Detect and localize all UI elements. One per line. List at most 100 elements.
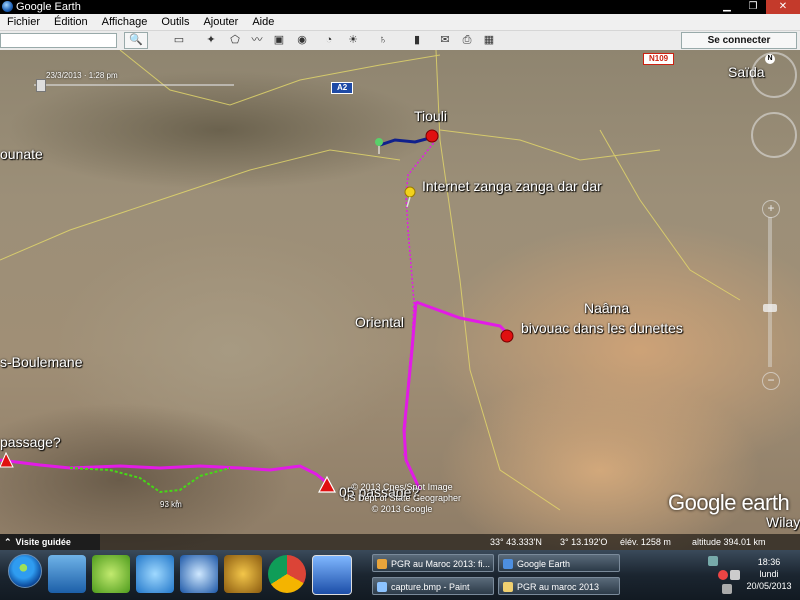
clock-day: lundi	[759, 569, 779, 579]
show-desktop-icon[interactable]	[48, 555, 86, 593]
google-earth-logo: Google earth	[668, 490, 790, 515]
clock-date: 20/05/2013	[746, 581, 792, 591]
tour-guide-label: Visite guidée	[15, 537, 71, 547]
route-west	[0, 458, 327, 484]
time-slider-knob[interactable]	[36, 79, 46, 92]
menu-edit[interactable]: Édition	[47, 14, 95, 30]
paint-icon[interactable]	[312, 555, 352, 595]
menu-tools[interactable]: Outils	[154, 14, 196, 30]
chevron-up-icon: ⌃	[4, 537, 12, 547]
label-bivouac: bivouac dans les dunettes	[521, 320, 683, 336]
close-button[interactable]: ✕	[766, 0, 800, 14]
start-button[interactable]	[8, 554, 42, 588]
print-icon[interactable]: ⎙	[459, 33, 475, 47]
tour-record-icon[interactable]: ◉	[294, 33, 310, 47]
menu-add[interactable]: Ajouter	[196, 14, 245, 30]
label-bounate: ounate	[0, 146, 43, 162]
sign-in-button[interactable]: Se connecter	[681, 32, 797, 49]
status-latitude: 33° 43.333'N	[490, 537, 542, 547]
minimize-button[interactable]: ▁	[714, 0, 740, 14]
label-internet: Internet zanga zanga dar dar	[422, 178, 602, 194]
google-earth-task-icon[interactable]	[180, 555, 218, 593]
planets-icon[interactable]: ♄	[375, 33, 391, 47]
google-earth-small-icon	[503, 559, 513, 569]
route-start	[379, 136, 431, 147]
network-icon[interactable]	[730, 570, 740, 580]
placemark-icon[interactable]: ✦	[203, 33, 219, 47]
map-view[interactable]: 23/3/2013 · 1:28 pm A2 N109 Tiouli Inter…	[0, 50, 800, 550]
title-bar: Google Earth ▁ ❐ ✕	[0, 0, 800, 14]
window-title: Google Earth	[16, 1, 81, 13]
move-joystick[interactable]	[751, 112, 797, 158]
tray-icon[interactable]	[708, 556, 718, 566]
label-oriental: Oriental	[355, 314, 405, 330]
zoom-out-icon[interactable]: −	[762, 372, 780, 390]
search-icon: 🔍	[129, 34, 143, 46]
menu-bar: Fichier Édition Affichage Outils Ajouter…	[0, 14, 800, 31]
chrome-small-icon	[377, 559, 387, 569]
north-icon[interactable]: N	[765, 54, 775, 64]
google-earth-icon	[2, 1, 13, 12]
label-naama: Naâma	[584, 300, 630, 316]
road-shield-n109: N109	[643, 53, 675, 65]
tray-alert-icon[interactable]	[718, 570, 728, 580]
folder-icon	[503, 582, 513, 592]
view-in-maps-icon[interactable]: ▦	[481, 33, 497, 47]
itunes-icon[interactable]	[136, 555, 174, 593]
copyright-line-1: © 2013 Cnes/Spot Image	[351, 482, 453, 492]
task-pgr-chrome[interactable]: PGR au Maroc 2013: fi...	[372, 554, 494, 572]
task-google-earth[interactable]: Google Earth	[498, 554, 620, 572]
window-controls: ▁ ❐ ✕	[714, 0, 800, 14]
menu-view[interactable]: Affichage	[95, 14, 155, 30]
maximize-button[interactable]: ❐	[740, 0, 766, 14]
volume-icon[interactable]	[722, 584, 732, 594]
zoom-slider-knob[interactable]	[763, 304, 777, 312]
label-wilaya: Wilay	[766, 514, 800, 530]
search-input[interactable]	[0, 33, 117, 48]
imagery-copyright: © 2013 Cnes/Spot Image US Dept of State …	[336, 482, 468, 515]
copyright-line-2: US Dept of State Geographer	[342, 493, 462, 503]
task-pgr-folder[interactable]: PGR au maroc 2013	[498, 577, 620, 595]
map-overlay	[0, 50, 741, 511]
taskbar: PGR au Maroc 2013: fi... Google Earth ca…	[0, 550, 800, 600]
toolbar: 🔍 ▭ ✦ ⬠ 〰 ▣ ◉ ◔ ☀ ♄ ▮ ✉ ⎙ ▦ Se connecter	[0, 31, 800, 51]
task-label: Google Earth	[517, 559, 571, 569]
bivouac-marker[interactable]	[500, 329, 514, 343]
zoom-slider[interactable]	[768, 217, 772, 367]
pinned-app-leaf-icon[interactable]	[92, 555, 130, 593]
status-elevation: élév. 1258 m	[620, 537, 671, 547]
pinned-app-icon[interactable]	[224, 555, 262, 593]
task-paint[interactable]: capture.bmp - Paint	[372, 577, 494, 595]
task-label: PGR au maroc 2013	[517, 582, 600, 592]
status-altitude: altitude 394.01 km	[692, 537, 766, 547]
label-passage-left: passage?	[0, 434, 61, 450]
road-shield-a2: A2	[331, 82, 354, 94]
polygon-icon[interactable]: ⬠	[227, 33, 243, 47]
menu-help[interactable]: Aide	[245, 14, 281, 30]
chrome-icon[interactable]	[268, 555, 306, 593]
tiouli-marker[interactable]	[425, 129, 439, 143]
label-tiouli: Tiouli	[414, 108, 447, 124]
start-pin-icon[interactable]	[375, 138, 383, 154]
historical-imagery-icon[interactable]: ◔	[321, 33, 337, 47]
path-icon[interactable]: 〰	[249, 33, 265, 47]
email-icon[interactable]: ✉	[437, 33, 453, 47]
copyright-line-3: © 2013 Google	[371, 504, 433, 514]
sidebar-toggle-icon[interactable]: ▭	[171, 33, 187, 47]
ruler-icon[interactable]: ▮	[409, 33, 425, 47]
image-overlay-icon[interactable]: ▣	[271, 33, 287, 47]
roads	[0, 50, 741, 511]
task-label: capture.bmp - Paint	[391, 582, 470, 592]
time-slider[interactable]	[22, 78, 238, 92]
route-alt	[69, 467, 231, 494]
clock[interactable]: 18:36 lundi 20/05/2013	[744, 556, 794, 592]
label-boulemane: s-Boulemane	[0, 354, 83, 370]
time-slider-track	[34, 84, 234, 86]
task-label: PGR au Maroc 2013: fi...	[391, 559, 491, 569]
route-bivouac	[415, 300, 510, 336]
tour-guide-button[interactable]: ⌃ Visite guidée	[0, 534, 100, 550]
search-button[interactable]: 🔍	[124, 32, 148, 49]
zoom-in-icon[interactable]: +	[762, 200, 780, 218]
sunlight-icon[interactable]: ☀	[345, 33, 361, 47]
menu-file[interactable]: Fichier	[0, 14, 47, 30]
